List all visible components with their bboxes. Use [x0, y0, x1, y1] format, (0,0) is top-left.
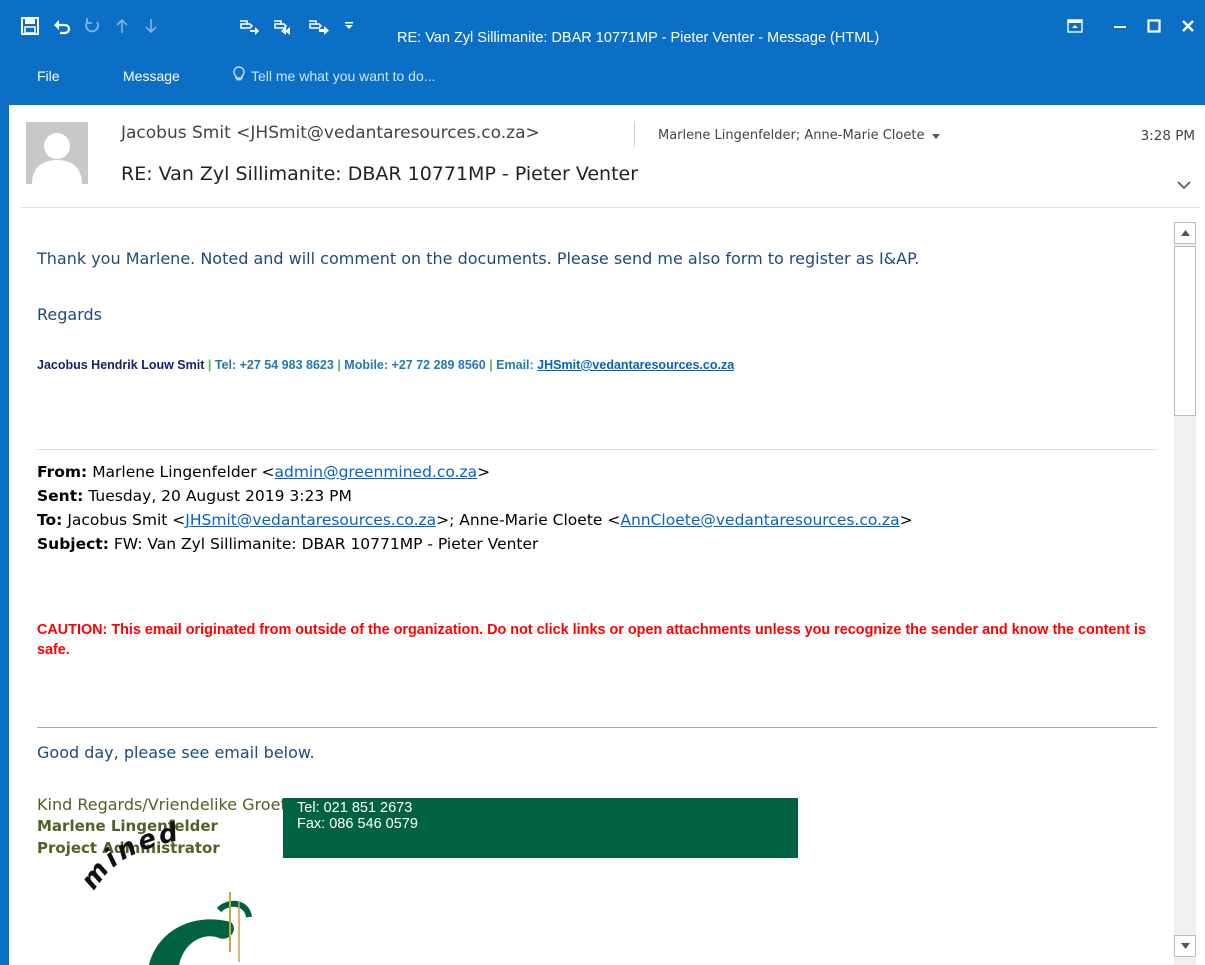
- reply-regards: Regards: [37, 305, 102, 324]
- signature-email-link[interactable]: JHSmit@vedantaresources.co.za: [537, 358, 734, 372]
- reply-signature: Jacobus Hendrik Louw Smit | Tel: +27 54 …: [37, 358, 734, 372]
- lightbulb-icon: [233, 66, 245, 85]
- tell-me-search[interactable]: Tell me what you want to do...: [233, 66, 435, 85]
- contact-box: Tel: 021 851 2673 Fax: 086 546 0579: [283, 798, 798, 858]
- from-name: Marlene Lingenfelder <: [92, 463, 275, 481]
- sent-date: Tuesday, 20 August 2019 3:23 PM: [88, 487, 352, 505]
- tab-message[interactable]: Message: [123, 68, 180, 84]
- from-email-link[interactable]: admin@greenmined.co.za: [275, 463, 478, 481]
- reply-all-icon[interactable]: [270, 12, 296, 40]
- forward-separator: [37, 727, 1157, 728]
- message-subject: RE: Van Zyl Sillimanite: DBAR 10771MP - …: [121, 163, 639, 185]
- company-logo: mined: [79, 782, 279, 965]
- forward-icon[interactable]: [305, 12, 331, 40]
- to-label: To:: [37, 511, 63, 529]
- recipients[interactable]: Marlene Lingenfelder; Anne-Marie Cloete: [658, 128, 941, 143]
- svg-text:mined: mined: [79, 817, 183, 895]
- redo-icon: [80, 12, 104, 40]
- received-time: 3:28 PM: [1140, 128, 1195, 144]
- signature-email-label: Email:: [496, 358, 534, 372]
- caution-banner: CAUTION: This email originated from outs…: [37, 622, 1147, 658]
- signature-separator: |: [337, 358, 341, 372]
- to-email-link-1[interactable]: JHSmit@vedantaresources.co.za: [185, 511, 436, 529]
- reply-separator: [37, 449, 1157, 450]
- sender[interactable]: Jacobus Smit <JHSmit@vedantaresources.co…: [121, 123, 540, 143]
- subject-text: FW: Van Zyl Sillimanite: DBAR 10771MP - …: [113, 535, 539, 553]
- signature-separator: |: [489, 358, 493, 372]
- to-close: >: [899, 511, 913, 529]
- ribbon-display-icon[interactable]: [1055, 12, 1095, 40]
- message-body: Thank you Marlene. Noted and will commen…: [9, 208, 1174, 965]
- reply-icon[interactable]: [236, 12, 262, 40]
- forward-greeting: Good day, please see email below.: [37, 743, 315, 762]
- to-name-1: Jacobus Smit <: [67, 511, 186, 529]
- customize-icon[interactable]: [341, 12, 357, 40]
- signature-name: Jacobus Hendrik Louw Smit: [37, 358, 205, 372]
- tab-file[interactable]: File: [37, 68, 60, 84]
- signature-mobile: Mobile: +27 72 289 8560: [344, 358, 486, 372]
- forward-to: To: Jacobus Smit <JHSmit@vedantaresource…: [37, 511, 913, 529]
- forward-sent: Sent: Tuesday, 20 August 2019 3:23 PM: [37, 487, 352, 505]
- left-accent-strip: [0, 208, 9, 965]
- message-header: Jacobus Smit <JHSmit@vedantaresources.co…: [0, 105, 1205, 208]
- recipients-label: Marlene Lingenfelder; Anne-Marie Cloete: [658, 128, 925, 143]
- logo-text: mined: [79, 817, 180, 895]
- sent-label: Sent:: [37, 487, 84, 505]
- contact-tel: Tel: 021 851 2673: [297, 800, 413, 816]
- vertical-scrollbar[interactable]: [1174, 222, 1196, 965]
- down-arrow-icon: [139, 12, 163, 40]
- scrollbar-thumb[interactable]: [1174, 246, 1196, 416]
- save-icon[interactable]: [18, 12, 42, 40]
- chevron-down-icon[interactable]: [1177, 175, 1191, 194]
- signature-tel: Tel: +27 54 983 8623: [214, 358, 334, 372]
- chevron-down-icon[interactable]: [932, 128, 941, 143]
- to-email-link-2[interactable]: AnnCloete@vedantaresources.co.za: [620, 511, 899, 529]
- header-divider: [634, 121, 635, 147]
- from-close: >: [477, 463, 491, 481]
- forward-subject: Subject: FW: Van Zyl Sillimanite: DBAR 1…: [37, 535, 538, 553]
- forward-from: From: Marlene Lingenfelder <admin@greenm…: [37, 463, 490, 481]
- window-title: RE: Van Zyl Sillimanite: DBAR 10771MP - …: [397, 30, 880, 46]
- signature-separator: |: [207, 358, 212, 372]
- undo-icon[interactable]: [50, 12, 74, 40]
- title-bar: RE: Van Zyl Sillimanite: DBAR 10771MP - …: [0, 0, 1205, 50]
- close-icon[interactable]: [1168, 12, 1205, 40]
- reply-text: Thank you Marlene. Noted and will commen…: [37, 249, 920, 268]
- scroll-down-icon[interactable]: [1174, 935, 1196, 957]
- ribbon: File Message Tell me what you want to do…: [0, 50, 1205, 105]
- from-label: From:: [37, 463, 88, 481]
- up-arrow-icon: [110, 12, 134, 40]
- contact-fax: Fax: 086 546 0579: [297, 816, 418, 832]
- to-mid: >; Anne-Marie Cloete <: [436, 511, 621, 529]
- avatar: [26, 122, 88, 184]
- tell-me-label: Tell me what you want to do...: [251, 67, 436, 84]
- subject-label: Subject:: [37, 535, 109, 553]
- scroll-up-icon[interactable]: [1174, 222, 1196, 244]
